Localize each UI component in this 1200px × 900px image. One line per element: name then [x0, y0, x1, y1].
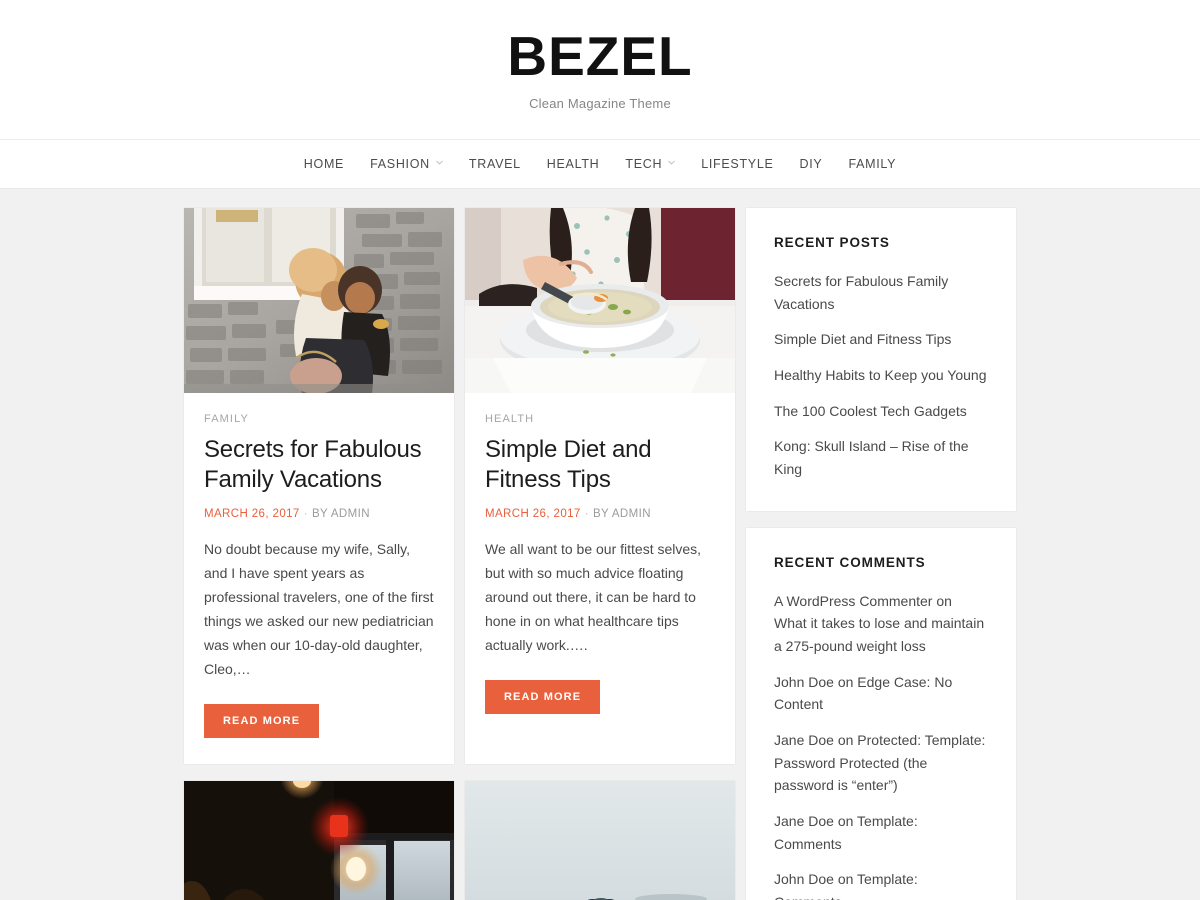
- widget-title: RECENT POSTS: [774, 235, 890, 250]
- post-body: HEALTH Simple Diet and Fitness Tips MARC…: [465, 393, 735, 740]
- post-grid: FAMILY Secrets for Fabulous Family Vacat…: [184, 208, 735, 900]
- chevron-down-icon[interactable]: [668, 160, 676, 167]
- nav-item-label: FASHION: [370, 157, 430, 171]
- content-container: FAMILY Secrets for Fabulous Family Vacat…: [184, 208, 1016, 900]
- recent-comments-list: A WordPress Commenter on What it takes t…: [774, 590, 988, 900]
- post-author: BY ADMIN: [311, 507, 370, 520]
- post-card: [465, 780, 735, 900]
- sidebar: RECENT POSTS Secrets for Fabulous Family…: [746, 208, 1016, 900]
- post-card: FAMILY Secrets for Fabulous Family Vacat…: [184, 208, 454, 764]
- nav-item-label: HOME: [303, 157, 345, 171]
- post-date[interactable]: MARCH 26, 2017: [204, 508, 300, 520]
- recent-post-item[interactable]: Healthy Habits to Keep you Young: [774, 364, 988, 387]
- nav-item-home[interactable]: HOME: [291, 157, 357, 171]
- post-meta: MARCH 26, 2017 · BY ADMIN: [204, 508, 434, 520]
- nav-item-diy[interactable]: DIY: [787, 157, 836, 171]
- nav-item-label: LIFESTYLE: [701, 157, 774, 171]
- chevron-down-icon[interactable]: [436, 160, 443, 167]
- recent-post-item[interactable]: The 100 Coolest Tech Gadgets: [774, 400, 988, 423]
- nav-item-label: FAMILY: [848, 157, 897, 171]
- post-category[interactable]: FAMILY: [204, 413, 434, 425]
- post-card: HEALTH Simple Diet and Fitness Tips MARC…: [465, 208, 735, 764]
- post-card: [184, 780, 454, 900]
- recent-posts-list: Secrets for Fabulous Family Vacations Sim…: [774, 270, 988, 481]
- post-meta: MARCH 26, 2017 · BY ADMIN: [485, 508, 715, 520]
- post-thumbnail-diet-fitness[interactable]: [465, 208, 735, 393]
- post-excerpt: We all want to be our fittest selves, bu…: [485, 540, 702, 653]
- post-title[interactable]: Secrets for Fabulous Family Vacations: [204, 435, 434, 495]
- recent-post-item[interactable]: Kong: Skull Island – Rise of the King: [774, 435, 988, 480]
- site-tagline: Clean Magazine Theme: [529, 96, 671, 112]
- widget-recent-comments: RECENT COMMENTS A WordPress Commenter on…: [746, 527, 1016, 900]
- meta-separator: ·: [303, 507, 308, 520]
- post-category[interactable]: HEALTH: [485, 413, 715, 425]
- post-thumbnail-dark-interior[interactable]: [184, 780, 454, 900]
- post-body: FAMILY Secrets for Fabulous Family Vacat…: [184, 393, 454, 764]
- nav-item-health[interactable]: HEALTH: [534, 157, 613, 171]
- post-thumbnail-family-vacations[interactable]: [184, 208, 454, 393]
- recent-comment-item[interactable]: John Doe on Edge Case: No Content: [774, 671, 988, 716]
- site-title[interactable]: BEZEL: [507, 27, 692, 86]
- post-excerpt: No doubt because my wife, Sally, and I h…: [204, 540, 434, 677]
- read-more-button[interactable]: READ MORE: [204, 703, 320, 738]
- page-wrapper: FAMILY Secrets for Fabulous Family Vacat…: [0, 189, 1200, 900]
- meta-separator: ·: [584, 507, 589, 520]
- nav-item-label: DIY: [799, 157, 823, 171]
- widget-recent-posts: RECENT POSTS Secrets for Fabulous Family…: [746, 208, 1016, 511]
- nav-item-fashion[interactable]: FASHION: [357, 157, 456, 171]
- nav-item-label: HEALTH: [546, 157, 600, 171]
- widget-title: RECENT COMMENTS: [774, 554, 926, 570]
- recent-post-item[interactable]: Simple Diet and Fitness Tips: [774, 328, 988, 351]
- post-thumbnail-drone[interactable]: [465, 780, 735, 900]
- nav-item-tech[interactable]: TECH: [612, 157, 688, 171]
- read-more-button[interactable]: READ MORE: [485, 679, 601, 714]
- recent-comment-item[interactable]: A WordPress Commenter on What it takes t…: [774, 590, 988, 658]
- post-title[interactable]: Simple Diet and Fitness Tips: [485, 435, 715, 495]
- nav-item-label: TRAVEL: [468, 157, 521, 171]
- recent-comment-item[interactable]: Jane Doe on Template: Comments: [774, 810, 988, 855]
- nav-item-family[interactable]: FAMILY: [835, 157, 909, 171]
- post-author: BY ADMIN: [592, 507, 651, 520]
- nav-list: HOME FASHION TRAVEL HEALTH TECH LIFESTYLE DIY F…: [291, 157, 909, 171]
- nav-item-lifestyle[interactable]: LIFESTYLE: [688, 157, 786, 171]
- site-header: BEZEL Clean Magazine Theme: [0, 0, 1200, 139]
- recent-comment-item[interactable]: Jane Doe on Protected: Template: Passwor…: [774, 729, 988, 797]
- recent-comment-item[interactable]: John Doe on Template: Comments: [774, 868, 988, 900]
- primary-navigation: HOME FASHION TRAVEL HEALTH TECH LIFESTYLE DIY F…: [0, 139, 1200, 189]
- recent-post-item[interactable]: Secrets for Fabulous Family Vacations: [774, 270, 988, 315]
- nav-item-label: TECH: [625, 157, 663, 171]
- nav-item-travel[interactable]: TRAVEL: [456, 157, 534, 171]
- post-date[interactable]: MARCH 26, 2017: [485, 508, 581, 520]
